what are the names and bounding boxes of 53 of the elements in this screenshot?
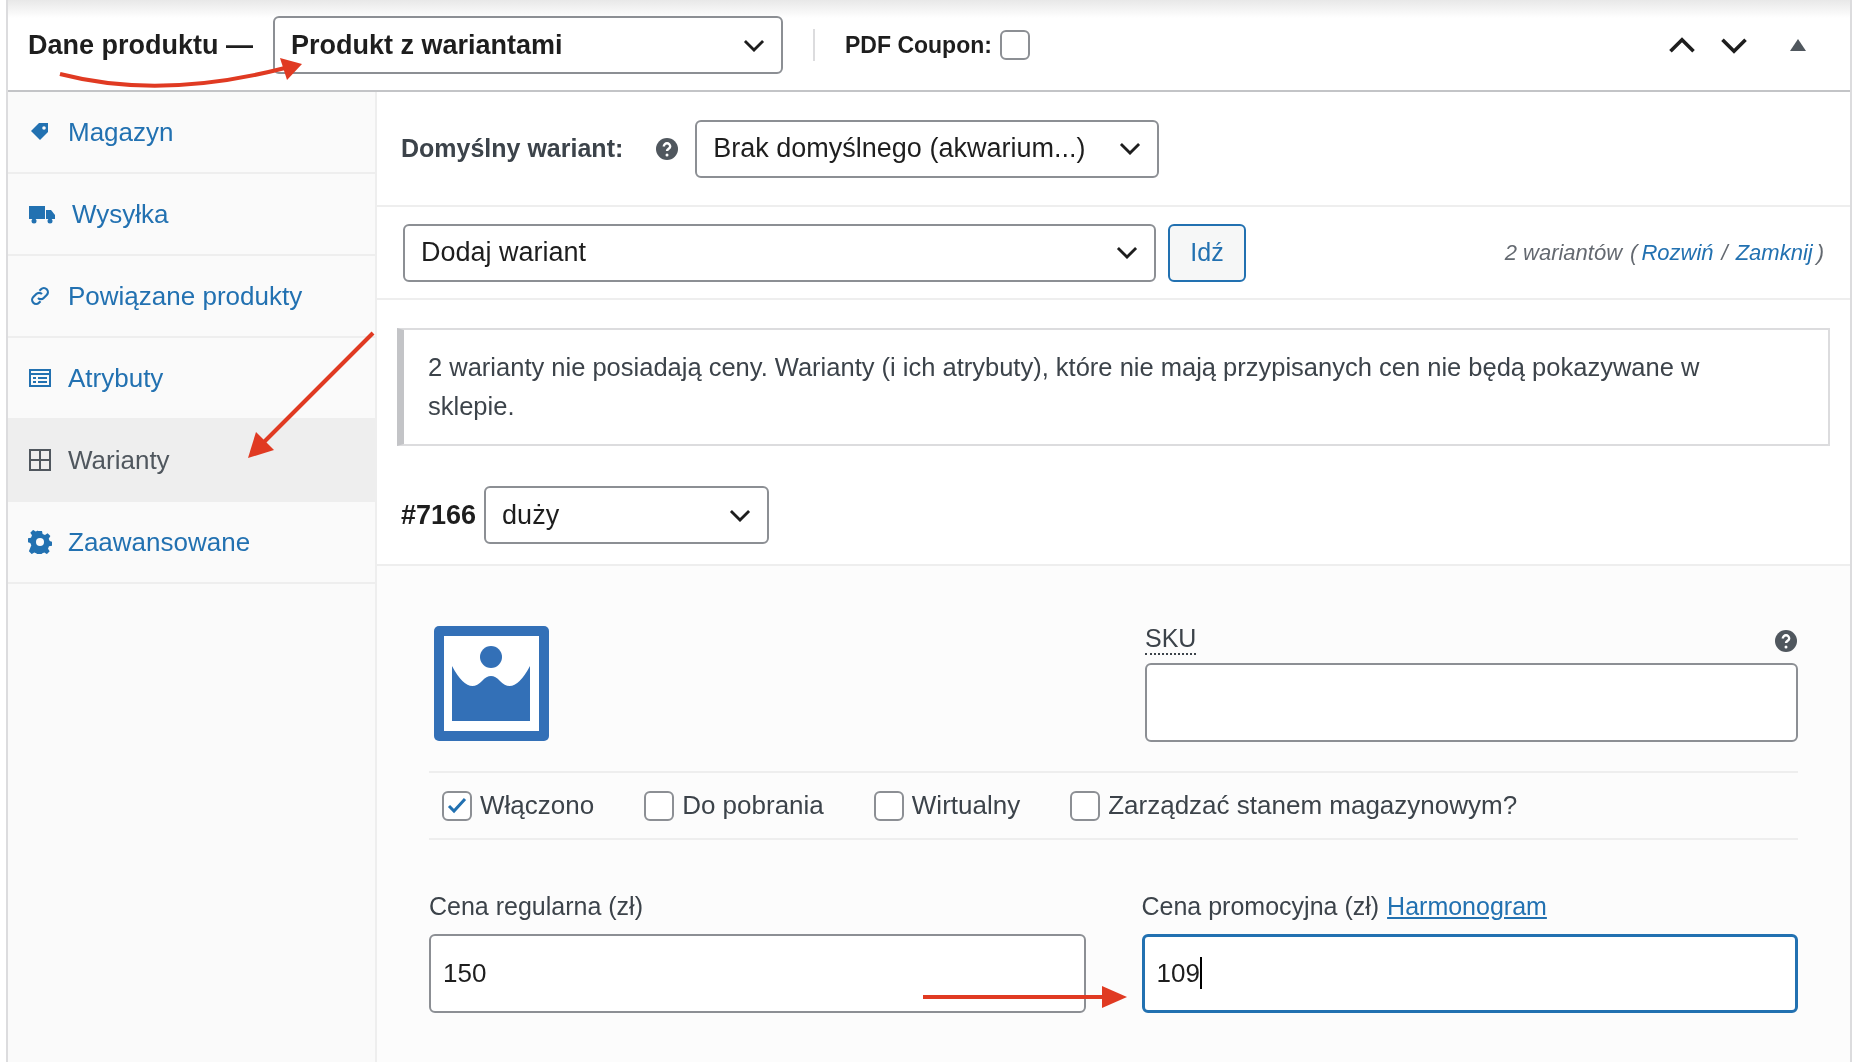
default-variant-label: Domyślny wariant: xyxy=(401,132,624,164)
panel-title: Dane produktu — xyxy=(28,28,253,62)
collapse-link[interactable]: Zamknij xyxy=(1735,236,1813,269)
sidebar-item[interactable]: Magazyn xyxy=(8,92,375,174)
gear-icon xyxy=(28,530,52,554)
paren-text: ( xyxy=(1630,239,1638,267)
schedule-link[interactable]: Harmonogram xyxy=(1387,888,1547,926)
triangle-up-icon xyxy=(1788,37,1808,53)
checkbox-label: Wirtualny xyxy=(911,789,1021,822)
checkbox-label: Włączono xyxy=(480,789,595,822)
chevron-down-icon xyxy=(1119,142,1142,155)
variant-id: #7166 xyxy=(401,498,477,532)
link-icon xyxy=(28,284,52,308)
grid-icon xyxy=(28,448,52,472)
price-input[interactable]: 109 xyxy=(1141,933,1798,1013)
expand-link[interactable]: Rozwiń xyxy=(1641,236,1714,269)
go-button[interactable]: Idź xyxy=(1168,223,1246,282)
checkbox[interactable] xyxy=(644,790,675,821)
field-label: Cena promocyjna (zł) xyxy=(1141,891,1380,922)
product-type-select[interactable]: Produkt z wariantami xyxy=(273,16,783,74)
list-icon xyxy=(28,366,52,390)
add-variant-select[interactable]: Dodaj wariant xyxy=(403,223,1156,282)
checkbox-label: Zarządzać stanem magazynowym? xyxy=(1108,789,1518,822)
chevron-up-icon xyxy=(1668,36,1696,54)
notice-message: 2 warianty nie posiadają ceny. Warianty (i ich atrybuty), które nie mają przypisanych cen nie będą pokazywane w sklepie. xyxy=(397,328,1830,446)
pdf-coupon-label: PDF Coupon: xyxy=(845,30,992,60)
input-value: 150 xyxy=(443,956,487,990)
separator-text: / xyxy=(1721,239,1728,267)
checkbox[interactable] xyxy=(873,790,904,821)
chevron-down-icon xyxy=(729,508,752,522)
checkbox[interactable] xyxy=(999,30,1030,60)
chevron-down-icon xyxy=(1720,36,1748,54)
price-input[interactable]: 150 xyxy=(429,933,1086,1013)
variant-count: 2 wariantów xyxy=(1504,239,1623,267)
chevron-down-icon xyxy=(1116,246,1138,259)
paren-text: ) xyxy=(1816,239,1824,267)
image-placeholder-icon[interactable] xyxy=(434,626,549,741)
sidebar-item[interactable]: Zaawansowane xyxy=(8,502,375,584)
checkbox[interactable] xyxy=(1070,790,1101,821)
chevron-down-icon xyxy=(743,38,765,52)
sku-label: SKU xyxy=(1145,626,1197,655)
field-label: Cena regularna (zł) xyxy=(429,891,643,922)
sku-input[interactable] xyxy=(1145,663,1798,742)
help-icon[interactable] xyxy=(655,136,680,161)
checkbox-label: Do pobrania xyxy=(682,789,824,822)
checkbox[interactable] xyxy=(442,790,472,821)
default-variant-select[interactable]: Brak domyślnego (akwarium...) xyxy=(695,119,1160,178)
sidebar-item[interactable]: Warianty xyxy=(8,420,375,502)
variant-attribute-select[interactable]: duży xyxy=(484,486,770,544)
sidebar-item[interactable]: Wysyłka xyxy=(8,174,375,256)
input-value: 109 xyxy=(1156,956,1200,990)
sidebar-item[interactable]: Powiązane produkty xyxy=(8,256,375,338)
help-icon[interactable] xyxy=(1774,628,1798,653)
